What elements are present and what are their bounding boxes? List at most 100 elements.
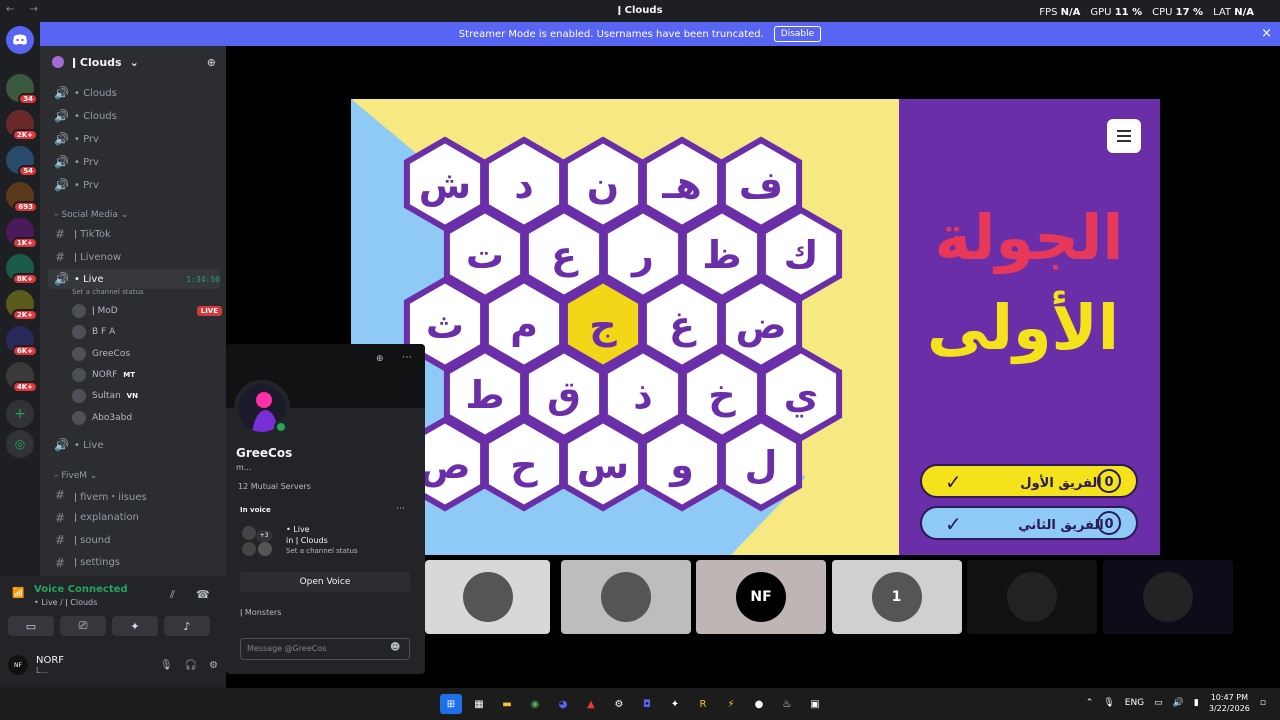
voice-member[interactable]: NORF MT (72, 365, 222, 385)
voice-channel-live[interactable]: 🔊 • Live 1:34:50 (48, 269, 220, 289)
add-member-icon[interactable]: ⊕ (207, 56, 216, 69)
mic-icon[interactable]: 🎙 (1103, 698, 1114, 708)
voice-member[interactable]: B F A (72, 322, 222, 342)
server-3-icon[interactable]: 54 (6, 146, 38, 177)
add-server-icon[interactable]: + (6, 400, 34, 428)
text-channel[interactable]: # ǀ Livenow (48, 247, 220, 267)
server-5-icon[interactable]: 1K+ (6, 218, 38, 249)
disable-button[interactable]: Disable (773, 26, 822, 42)
voice-member[interactable]: ǀ MoD LIVE (72, 301, 222, 321)
voice-channel[interactable]: 🔊 • Prv (48, 152, 220, 172)
screen-share-button[interactable]: ⎚ (60, 616, 106, 636)
user-area[interactable]: NF NORF L... 🎙 🎧 ⚙ (8, 650, 218, 680)
close-icon[interactable]: × (1261, 26, 1272, 41)
more-icon[interactable]: ⋯ (402, 352, 412, 363)
participant-tile[interactable] (560, 560, 691, 634)
settings-icon[interactable]: ⚙ (608, 694, 630, 714)
server-7-icon[interactable]: 2K+ (6, 290, 38, 321)
steam-icon[interactable]: ♨ (776, 694, 798, 714)
app-icon[interactable]: R (692, 694, 714, 714)
notification-icon[interactable]: ▫ (1260, 698, 1266, 708)
app-icon[interactable]: ▣ (804, 694, 826, 714)
profile-server[interactable]: ǀ Monsters (240, 608, 281, 617)
noise-suppression-icon[interactable]: ⫽ (170, 588, 175, 602)
search-icon[interactable]: ▦ (468, 694, 490, 714)
message-input[interactable]: Message @GreeCos (240, 638, 410, 660)
soundboard-button[interactable]: ♪ (164, 616, 210, 636)
channel-status[interactable]: Set a channel status (72, 288, 144, 296)
emoji-icon[interactable]: ☻ (390, 642, 400, 653)
voice-location[interactable]: • Live / ǀ Clouds (34, 598, 97, 607)
voice-channel[interactable]: 🔊 • Prv (48, 129, 220, 149)
chevron-up-icon[interactable]: ⌃ (1086, 698, 1094, 708)
voice-member[interactable]: GreeCos (72, 344, 222, 364)
server-header[interactable]: ǀ Clouds ⌄ ⊕ (40, 46, 226, 78)
avatar[interactable]: NF (8, 655, 28, 675)
game-stream[interactable]: ف هـ ن د ش ك ظ ر ع ت ض غ ج م ث ي خ ذ ق ط ل و س ح ص الجولة الأولى… (351, 99, 1160, 555)
server-1-icon[interactable]: 34 (6, 74, 38, 105)
category-fivem[interactable]: – FiveM ⌄ (54, 471, 97, 481)
text-channel[interactable]: # ǀ TikTok (48, 224, 220, 244)
server-9-icon[interactable]: 4K+ (6, 362, 38, 393)
voice-channel-name: • Live (286, 525, 310, 534)
chevron-down-icon: ⌄ (129, 55, 139, 69)
channel-label: • Prv (74, 179, 99, 191)
discover-icon[interactable]: ◎ (6, 430, 34, 458)
server-2-icon[interactable]: 2K+ (6, 110, 38, 141)
hex-letter: ن (587, 163, 619, 207)
participant-tile[interactable] (1102, 560, 1233, 634)
hex-letter: غ (669, 303, 697, 347)
text-channel[interactable]: # ǀ sound (48, 530, 220, 550)
mic-icon[interactable]: 🎙 (160, 660, 173, 671)
speaker-icon: 🔊 (54, 272, 69, 286)
add-friend-icon[interactable]: ⊕ (376, 354, 384, 364)
voice-channel[interactable]: 🔊 • Clouds (48, 83, 220, 103)
voice-channel-info[interactable]: • Live in ǀ Clouds Set a channel status (286, 524, 358, 557)
volume-icon[interactable]: 🔊 (1173, 698, 1184, 708)
windows-start-icon[interactable]: ⊞ (440, 694, 462, 714)
discord-home-icon[interactable] (6, 26, 34, 54)
hashtag-icon: # (54, 250, 66, 264)
voice-member[interactable]: Sultan VN (72, 386, 222, 406)
category-social-media[interactable]: – Social Media ⌄ (54, 210, 128, 220)
text-channel[interactable]: # ǀ explanation (48, 508, 220, 528)
clock[interactable]: 10:47 PM 3/22/2026 (1209, 692, 1250, 714)
chrome-icon[interactable]: ◉ (524, 694, 546, 714)
activities-button[interactable]: ✦ (112, 616, 158, 636)
voice-status[interactable]: Voice Connected (34, 584, 128, 595)
server-4-icon[interactable]: 693 (6, 182, 38, 213)
speaker-icon: 🔊 (54, 178, 69, 192)
headphones-icon[interactable]: 🎧 (185, 660, 197, 671)
app-icon[interactable]: ◘ (636, 694, 658, 714)
voice-member[interactable]: Abo3abd (72, 408, 222, 428)
mutual-servers[interactable]: 12 Mutual Servers (238, 482, 311, 491)
open-voice-button[interactable]: Open Voice (240, 572, 410, 592)
avatar (72, 410, 86, 425)
more-icon[interactable]: ⋯ (396, 504, 405, 514)
text-channel[interactable]: # ǀ settings (48, 553, 220, 573)
avatar (600, 572, 651, 622)
voice-channel[interactable]: 🔊 • Clouds (48, 106, 220, 126)
hex-letter: ف (739, 163, 783, 207)
camera-off-button[interactable]: ▭ (8, 616, 54, 636)
server-8-icon[interactable]: 6K+ (6, 326, 38, 357)
app-icon[interactable]: ▲ (580, 694, 602, 714)
language-indicator[interactable]: ENG (1125, 698, 1144, 708)
network-icon[interactable]: ▭ (1154, 698, 1163, 708)
server-6-icon[interactable]: 8K+ (6, 254, 38, 285)
app-icon[interactable]: ✦ (664, 694, 686, 714)
text-channel[interactable]: # ǀ fivem・iisues (48, 485, 220, 505)
participant-tile[interactable]: NF (696, 560, 826, 634)
app-icon[interactable]: ● (748, 694, 770, 714)
discord-icon[interactable]: ◕ (552, 694, 574, 714)
battery-icon[interactable]: ▮ (1194, 698, 1199, 708)
voice-channel[interactable]: 🔊 • Prv (48, 175, 220, 195)
voice-channel[interactable]: 🔊 • Live (48, 435, 220, 455)
app-icon[interactable]: ⚡ (720, 694, 742, 714)
gear-icon[interactable]: ⚙ (209, 660, 218, 671)
participant-tile[interactable] (967, 560, 1097, 634)
file-explorer-icon[interactable]: ▬ (496, 694, 518, 714)
participant-tile[interactable] (425, 560, 550, 634)
disconnect-icon[interactable]: ☎ (196, 588, 210, 601)
participant-tile[interactable]: 1 (831, 560, 962, 634)
